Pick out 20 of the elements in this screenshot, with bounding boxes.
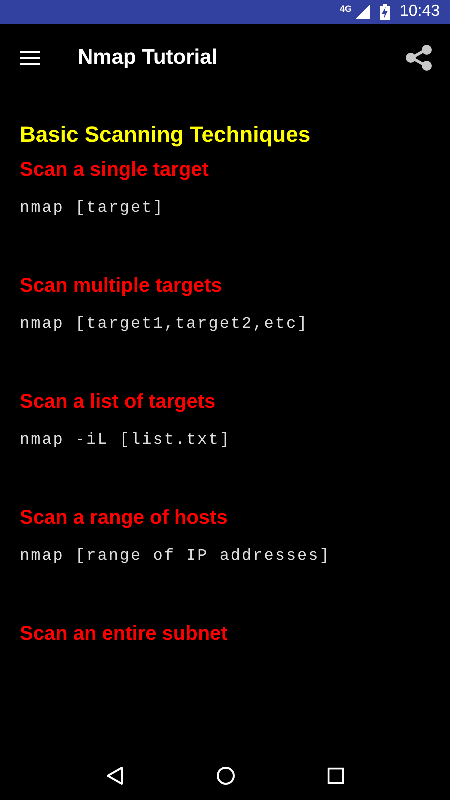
home-icon[interactable] <box>216 766 236 786</box>
topic-title: Scan a list of targets <box>20 390 217 415</box>
command-text: nmap [target1,target2,etc] <box>20 314 310 334</box>
command-text: nmap [target] <box>20 198 166 218</box>
recents-icon[interactable] <box>326 767 345 785</box>
signal-icon <box>356 5 370 19</box>
topic-title: Scan a single target <box>20 158 210 183</box>
menu-icon[interactable] <box>20 51 40 65</box>
app-title: Nmap Tutorial <box>78 46 219 70</box>
command-text: nmap -iL [list.txt] <box>20 430 232 450</box>
back-icon[interactable] <box>105 766 126 786</box>
share-icon[interactable] <box>405 44 433 72</box>
battery-charging-icon <box>380 4 390 20</box>
network-type: 4G <box>340 4 352 14</box>
clock: 10:43 <box>400 3 440 21</box>
topic-title: Scan an entire subnet <box>20 622 229 647</box>
section-heading: Basic Scanning Techniques <box>20 121 312 149</box>
command-text: nmap [range of IP addresses] <box>20 546 332 566</box>
topic-title: Scan a range of hosts <box>20 506 229 531</box>
topic-title: Scan multiple targets <box>20 274 224 299</box>
